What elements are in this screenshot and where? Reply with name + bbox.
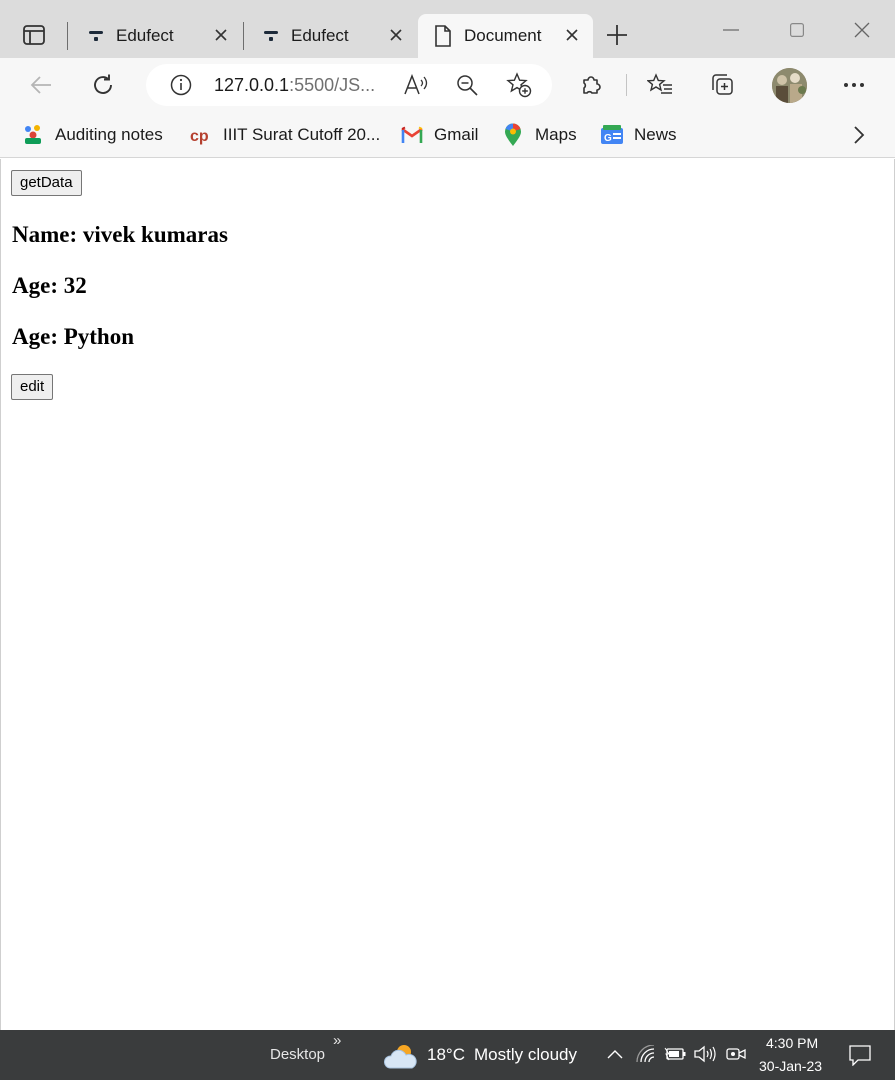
minimize-icon bbox=[723, 29, 739, 31]
maximize-button[interactable] bbox=[774, 14, 820, 46]
desktop-chevron[interactable]: » bbox=[333, 1032, 341, 1049]
auditing-notes-icon bbox=[21, 123, 45, 147]
tab-close-button[interactable] bbox=[210, 24, 232, 46]
document-icon bbox=[435, 25, 451, 47]
favorite-gmail[interactable]: Gmail bbox=[400, 122, 478, 148]
more-horizontal-icon bbox=[844, 83, 864, 87]
favorites-more-button[interactable] bbox=[846, 122, 872, 148]
tab-label: Document bbox=[464, 26, 542, 45]
tab-separator bbox=[243, 22, 244, 50]
tab-actions-button[interactable] bbox=[14, 18, 54, 52]
clock-date[interactable]: 30-Jan-23 bbox=[759, 1058, 822, 1074]
tab-edufect-2[interactable]: Edufect bbox=[247, 14, 417, 58]
url-path: :5500/JS... bbox=[289, 75, 376, 95]
favorite-label: Gmail bbox=[434, 125, 479, 144]
zoom-out-icon bbox=[457, 75, 478, 96]
favorite-label: Auditing notes bbox=[55, 125, 163, 144]
refresh-icon bbox=[94, 74, 112, 94]
edufect-favicon-icon bbox=[264, 31, 278, 41]
favorite-label: IIIT Surat Cutoff 20... bbox=[223, 125, 381, 144]
favorites-list-icon bbox=[647, 73, 672, 94]
favorites-button[interactable] bbox=[643, 68, 677, 102]
maximize-icon bbox=[790, 23, 804, 37]
new-tab-button[interactable] bbox=[600, 20, 634, 50]
wifi-icon[interactable] bbox=[636, 1044, 656, 1064]
url-host: 127.0.0.1 bbox=[214, 75, 290, 95]
svg-text:G: G bbox=[604, 133, 612, 144]
svg-text:cp: cp bbox=[190, 128, 209, 145]
extensions-button[interactable] bbox=[574, 68, 608, 102]
news-icon: G bbox=[600, 123, 624, 147]
edit-button[interactable]: edit bbox=[11, 374, 54, 400]
chevron-up-icon[interactable] bbox=[606, 1047, 624, 1061]
tab-close-button[interactable] bbox=[561, 24, 583, 46]
minimize-button[interactable] bbox=[708, 14, 754, 46]
notification-center-icon[interactable] bbox=[848, 1043, 872, 1067]
zoom-button[interactable] bbox=[452, 70, 482, 100]
tab-actions-icon bbox=[23, 25, 45, 45]
favorites-bar: Auditing notes cp IIIT Surat Cutoff 20..… bbox=[0, 112, 895, 158]
weather-cloud-sun-icon[interactable] bbox=[384, 1042, 418, 1070]
edufect-favicon-icon bbox=[89, 31, 103, 41]
close-icon bbox=[854, 22, 870, 38]
tab-separator bbox=[67, 22, 68, 50]
puzzle-icon bbox=[583, 76, 601, 94]
battery-icon[interactable] bbox=[664, 1045, 686, 1063]
favorite-auditing-notes[interactable]: Auditing notes bbox=[21, 122, 163, 148]
tab-strip: Edufect Edufect Document bbox=[0, 0, 895, 58]
name-heading: Name: vivek kumaras bbox=[12, 222, 228, 247]
desktop-toolbar-label[interactable]: Desktop bbox=[270, 1046, 325, 1063]
url-text: 127.0.0.1:5500/JS... bbox=[214, 75, 375, 96]
profile-avatar[interactable] bbox=[772, 68, 807, 103]
arrow-left-icon bbox=[30, 76, 51, 94]
info-icon bbox=[170, 74, 192, 96]
weather-temperature[interactable]: 18°C bbox=[427, 1045, 465, 1065]
address-bar[interactable]: 127.0.0.1:5500/JS... bbox=[146, 64, 552, 106]
skill-heading: Age: Python bbox=[12, 324, 135, 349]
close-icon bbox=[566, 29, 578, 41]
favorite-label: News bbox=[634, 125, 677, 144]
plus-icon bbox=[607, 25, 627, 45]
favorite-news[interactable]: G News bbox=[600, 122, 677, 148]
cp-icon: cp bbox=[189, 123, 213, 147]
read-aloud-icon bbox=[404, 74, 428, 95]
favorite-label: Maps bbox=[535, 125, 577, 144]
close-icon bbox=[215, 29, 227, 41]
toolbar-divider bbox=[626, 74, 627, 96]
maps-pin-icon bbox=[501, 123, 525, 147]
weather-condition[interactable]: Mostly cloudy bbox=[474, 1045, 577, 1065]
meet-now-icon[interactable] bbox=[725, 1044, 747, 1064]
tab-label: Edufect bbox=[291, 26, 349, 45]
taskbar: Desktop » 18°C Mostly cloudy 4:30 PM 30-… bbox=[0, 1030, 895, 1080]
chevron-right-icon bbox=[854, 126, 865, 144]
tab-edufect-1[interactable]: Edufect bbox=[72, 14, 242, 58]
settings-more-button[interactable] bbox=[837, 68, 871, 102]
favorite-maps[interactable]: Maps bbox=[501, 122, 577, 148]
clock-time[interactable]: 4:30 PM bbox=[766, 1035, 818, 1051]
page-content: getData Name: vivek kumaras Age: 32 Age:… bbox=[0, 159, 895, 1030]
read-aloud-button[interactable] bbox=[402, 70, 432, 100]
close-icon bbox=[390, 29, 402, 41]
tab-document[interactable]: Document bbox=[418, 14, 593, 58]
add-favorite-button[interactable] bbox=[504, 70, 534, 100]
tab-close-button[interactable] bbox=[385, 24, 407, 46]
close-window-button[interactable] bbox=[839, 14, 885, 46]
collections-button[interactable] bbox=[706, 68, 740, 102]
favorite-iiit-surat[interactable]: cp IIIT Surat Cutoff 20... bbox=[189, 122, 380, 148]
refresh-button[interactable] bbox=[86, 68, 120, 102]
browser-toolbar: 127.0.0.1:5500/JS... bbox=[0, 58, 895, 112]
gmail-icon bbox=[400, 123, 424, 147]
get-data-button[interactable]: getData bbox=[11, 170, 82, 196]
volume-icon[interactable] bbox=[693, 1044, 717, 1064]
star-add-icon bbox=[506, 72, 532, 98]
age-heading: Age: 32 bbox=[12, 273, 87, 298]
profile-photo-icon bbox=[772, 68, 807, 103]
collections-icon bbox=[712, 74, 733, 95]
site-info-button[interactable] bbox=[166, 70, 196, 100]
back-button[interactable] bbox=[24, 68, 58, 102]
tab-label: Edufect bbox=[116, 26, 174, 45]
